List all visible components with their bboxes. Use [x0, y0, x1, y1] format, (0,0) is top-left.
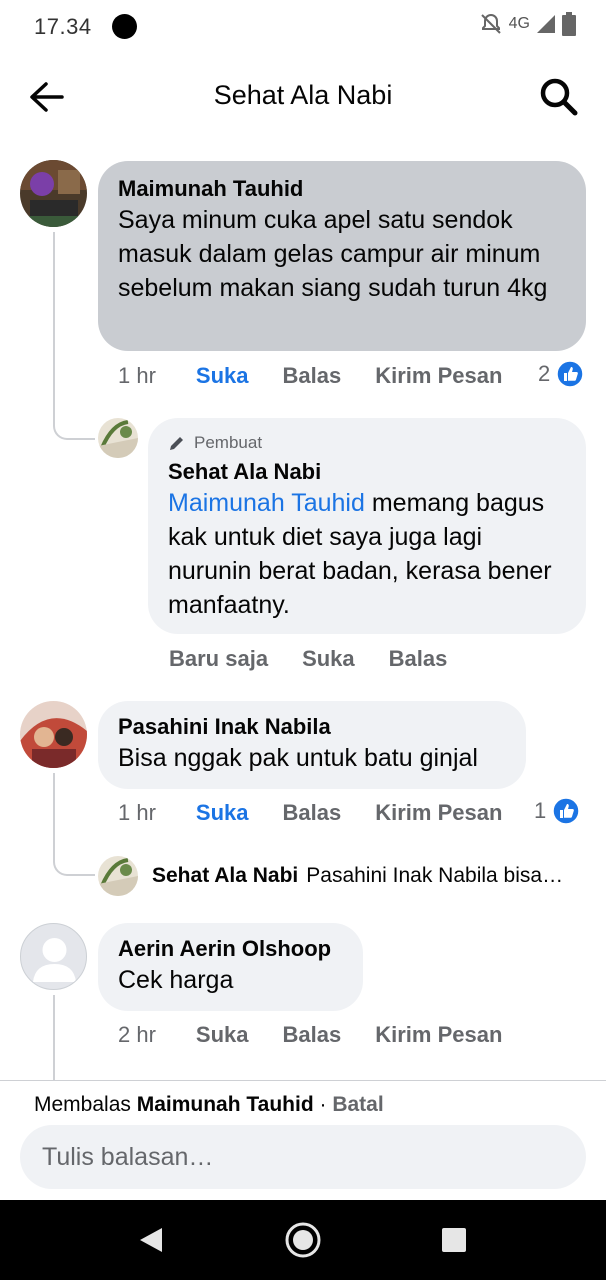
send-message-button[interactable]: Kirim Pesan	[375, 1022, 502, 1048]
comment-text: Bisa nggak pak untuk batu ginjal	[118, 744, 478, 772]
avatar-photo	[20, 701, 87, 768]
comment-time[interactable]: 1 hr	[118, 800, 156, 826]
send-message-button[interactable]: Kirim Pesan	[375, 800, 502, 826]
mention-link[interactable]: Maimunah Tauhid	[168, 489, 365, 517]
reply-button[interactable]: Balas	[283, 800, 342, 826]
reply-button[interactable]: Balas	[389, 646, 448, 672]
search-icon[interactable]	[538, 76, 580, 118]
avatar[interactable]	[20, 923, 87, 990]
reply-preview: Pasahini Inak Nabila bisa…	[306, 864, 564, 887]
page-title: Sehat Ala Nabi	[213, 80, 393, 110]
comment-bubble[interactable]: Pasahini Inak Nabila Bisa nggak pak untu…	[98, 701, 526, 789]
page-header: Sehat Ala Nabi	[0, 60, 606, 132]
comment-time[interactable]: 1 hr	[118, 363, 156, 389]
avatar-photo	[98, 856, 138, 896]
replying-to-bar: Membalas Maimunah Tauhid · Batal	[34, 1093, 384, 1117]
like-button[interactable]: Suka	[196, 800, 249, 826]
comment-time[interactable]: 2 hr	[118, 1022, 156, 1048]
reaction-count-value: 2	[538, 361, 551, 386]
like-button[interactable]: Suka	[196, 1022, 249, 1048]
like-reaction-icon	[556, 360, 584, 388]
nav-home-icon[interactable]	[283, 1220, 323, 1260]
comment-author[interactable]: Pasahini Inak Nabila	[118, 713, 506, 741]
replying-separator: ·	[313, 1093, 333, 1116]
reply-input[interactable]	[20, 1125, 586, 1189]
avatar-photo	[98, 418, 138, 458]
reply-bubble[interactable]: Pembuat Sehat Ala Nabi Maimunah Tauhid m…	[148, 418, 586, 634]
reply-button[interactable]: Balas	[283, 363, 342, 389]
reaction-count[interactable]: 1	[534, 797, 580, 825]
avatar[interactable]	[20, 160, 87, 227]
avatar[interactable]	[20, 701, 87, 768]
like-button[interactable]: Suka	[196, 363, 249, 389]
thread-connector	[53, 400, 95, 440]
comment-author[interactable]: Aerin Aerin Olshoop	[118, 935, 343, 963]
reply-actions: Baru saja Suka Balas	[169, 646, 481, 672]
replying-to-name: Maimunah Tauhid	[136, 1093, 314, 1116]
author-badge: Pembuat	[168, 432, 566, 454]
nav-recents-icon[interactable]	[434, 1220, 474, 1260]
thread-line	[53, 232, 55, 422]
comment-author[interactable]: Maimunah Tauhid	[118, 175, 566, 203]
status-bar: 17.34 4G	[0, 0, 606, 52]
like-reaction-icon	[552, 797, 580, 825]
avatar-photo	[20, 160, 87, 227]
reply-composer: Membalas Maimunah Tauhid · Batal	[0, 1080, 606, 1200]
send-message-button[interactable]: Kirim Pesan	[375, 363, 502, 389]
comment-actions: 1 hr Suka Balas Kirim Pesan	[118, 363, 536, 389]
reply-time[interactable]: Baru saja	[169, 646, 268, 672]
collapsed-reply[interactable]: Sehat Ala Nabi Pasahini Inak Nabila bisa…	[152, 864, 582, 888]
default-avatar-icon	[33, 938, 76, 982]
replying-prefix: Membalas	[34, 1093, 137, 1116]
nav-back-icon[interactable]	[132, 1220, 172, 1260]
comment-text: Cek harga	[118, 966, 234, 994]
avatar[interactable]	[98, 418, 138, 458]
reaction-count[interactable]: 2	[538, 360, 584, 388]
comment-bubble[interactable]: Aerin Aerin Olshoop Cek harga	[98, 923, 363, 1011]
reply-button[interactable]: Balas	[283, 1022, 342, 1048]
notification-dot-icon	[112, 14, 137, 39]
mute-bell-icon	[480, 13, 501, 34]
thread-connector	[53, 840, 95, 876]
signal-icon	[537, 15, 555, 33]
network-type: 4G	[508, 15, 530, 32]
author-badge-label: Pembuat	[194, 433, 263, 452]
pencil-icon	[170, 437, 183, 450]
battery-icon	[562, 12, 576, 36]
thread-line	[53, 995, 55, 1080]
reply-author[interactable]: Sehat Ala Nabi	[168, 458, 566, 486]
comment-actions: 1 hr Suka Balas Kirim Pesan	[118, 800, 536, 826]
like-button[interactable]: Suka	[302, 646, 355, 672]
reaction-count-value: 1	[534, 798, 547, 823]
cancel-reply-button[interactable]: Batal	[332, 1093, 383, 1116]
status-icons: 4G	[479, 12, 576, 36]
system-nav-bar	[0, 1200, 606, 1280]
reply-author[interactable]: Sehat Ala Nabi	[152, 864, 298, 887]
status-time: 17.34	[34, 14, 92, 39]
avatar[interactable]	[98, 856, 138, 896]
reply-text: Maimunah Tauhid memang bagus kak untuk d…	[168, 486, 566, 622]
comment-text: Saya minum cuka apel satu sendok masuk d…	[118, 206, 548, 302]
comment-actions: 2 hr Suka Balas Kirim Pesan	[118, 1022, 536, 1048]
comment-bubble[interactable]: Maimunah Tauhid Saya minum cuka apel sat…	[98, 161, 586, 351]
